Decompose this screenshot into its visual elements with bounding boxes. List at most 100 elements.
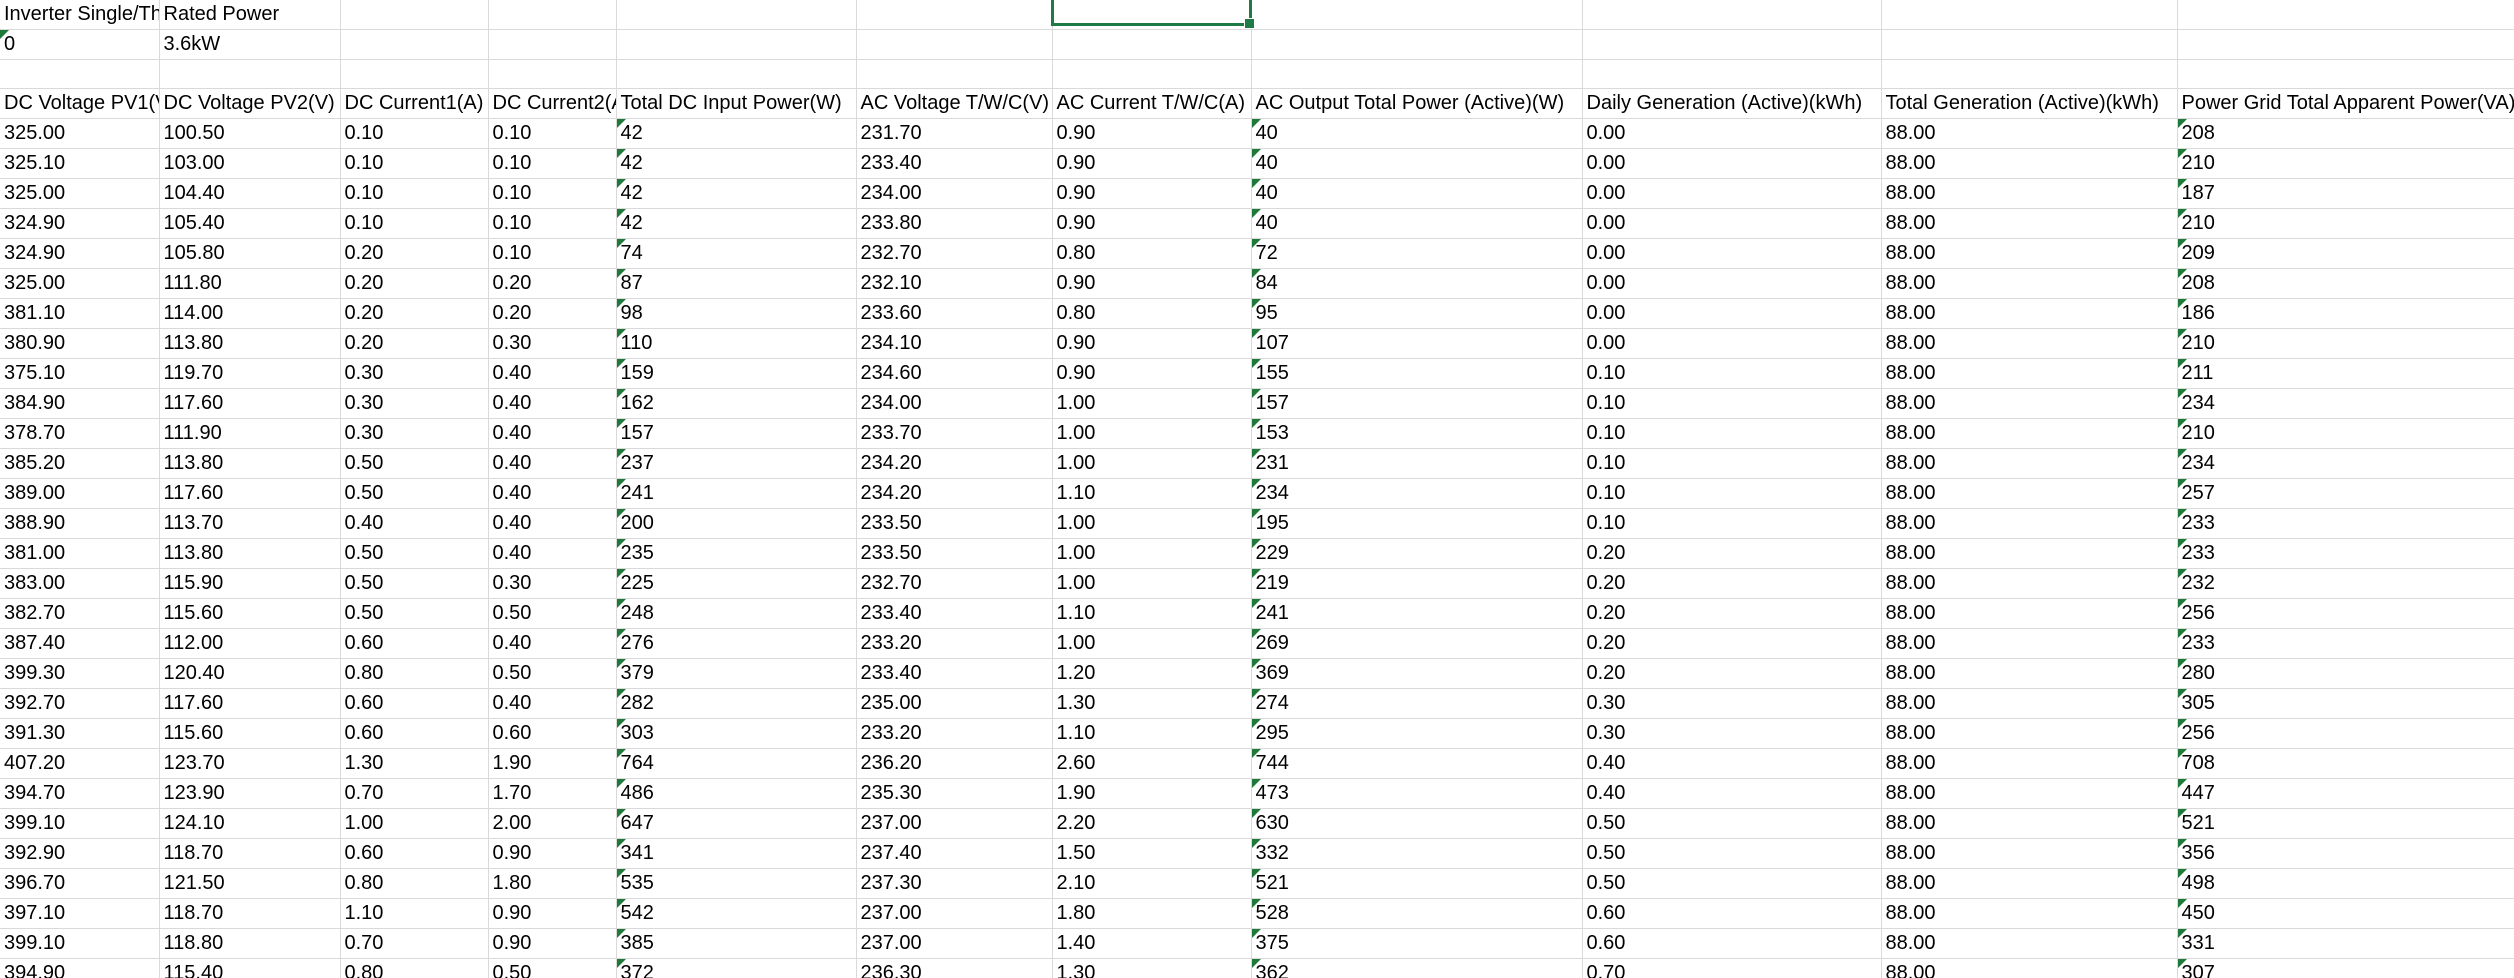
cell[interactable]: 0.20	[340, 268, 489, 299]
cell[interactable]: 88.00	[1881, 448, 2178, 479]
cell[interactable]: 528	[1251, 898, 1583, 929]
cell[interactable]: 473	[1251, 778, 1583, 809]
cell[interactable]: 388.90	[0, 508, 160, 539]
cell[interactable]: 332	[1251, 838, 1583, 869]
cell[interactable]: 0.10	[1582, 508, 1882, 539]
cell[interactable]: 384.90	[0, 388, 160, 419]
cell[interactable]	[856, 59, 1053, 89]
cell[interactable]	[1881, 0, 2178, 30]
cell[interactable]: 0.60	[1582, 928, 1882, 959]
column-header-cell[interactable]: DC Current2(A)	[488, 88, 617, 119]
cell[interactable]: 0.50	[340, 538, 489, 569]
cell[interactable]: 113.80	[159, 538, 341, 569]
cell[interactable]: 399.10	[0, 808, 160, 839]
cell[interactable]: 195	[1251, 508, 1583, 539]
cell[interactable]: 0.40	[488, 448, 617, 479]
column-header-cell[interactable]: DC Voltage PV1(V)	[0, 88, 160, 119]
cell[interactable]: 157	[616, 418, 857, 449]
cell[interactable]: 392.70	[0, 688, 160, 719]
cell[interactable]: 630	[1251, 808, 1583, 839]
cell[interactable]: 123.70	[159, 748, 341, 779]
cell[interactable]: 234.60	[856, 358, 1053, 389]
cell[interactable]: 231	[1251, 448, 1583, 479]
cell[interactable]: 0.40	[488, 358, 617, 389]
cell[interactable]: 88.00	[1881, 658, 2178, 689]
cell[interactable]: 88.00	[1881, 148, 2178, 179]
cell[interactable]: 0.40	[488, 418, 617, 449]
cell[interactable]: 88.00	[1881, 508, 2178, 539]
cell[interactable]: 162	[616, 388, 857, 419]
cell[interactable]: 1.50	[1052, 838, 1252, 869]
cell[interactable]: 88.00	[1881, 298, 2178, 329]
cell[interactable]: 0.90	[1052, 328, 1252, 359]
cell[interactable]: 237.00	[856, 928, 1053, 959]
cell[interactable]: 88.00	[1881, 718, 2178, 749]
cell[interactable]: 88.00	[1881, 178, 2178, 209]
cell[interactable]: 375.10	[0, 358, 160, 389]
cell[interactable]: 88.00	[1881, 388, 2178, 419]
cell[interactable]: 1.70	[488, 778, 617, 809]
cell[interactable]: 187	[2177, 178, 2514, 209]
cell[interactable]: 1.10	[1052, 598, 1252, 629]
cell[interactable]: 233.20	[856, 718, 1053, 749]
cell[interactable]: 369	[1251, 658, 1583, 689]
cell[interactable]: 84	[1251, 268, 1583, 299]
cell[interactable]: 98	[616, 298, 857, 329]
cell[interactable]: 521	[1251, 868, 1583, 899]
cell[interactable]: 233.50	[856, 508, 1053, 539]
cell[interactable]: 375	[1251, 928, 1583, 959]
cell[interactable]	[340, 29, 489, 60]
cell[interactable]: 0.10	[488, 238, 617, 269]
cell[interactable]: 157	[1251, 388, 1583, 419]
cell[interactable]: 0.10	[1582, 478, 1882, 509]
cell[interactable]: 110	[616, 328, 857, 359]
cell[interactable]: 0.40	[488, 628, 617, 659]
cell[interactable]: 0.60	[488, 718, 617, 749]
cell[interactable]: 233.60	[856, 298, 1053, 329]
column-header-cell[interactable]: AC Current T/W/C(A)	[1052, 88, 1252, 119]
cell[interactable]: 88.00	[1881, 928, 2178, 959]
cell[interactable]: 72	[1251, 238, 1583, 269]
cell[interactable]: 1.30	[1052, 958, 1252, 978]
cell[interactable]: 234	[2177, 388, 2514, 419]
cell[interactable]: 0.20	[1582, 628, 1882, 659]
cell[interactable]: 0.30	[340, 388, 489, 419]
cell[interactable]: 0.00	[1582, 328, 1882, 359]
cell[interactable]: 40	[1251, 178, 1583, 209]
cell[interactable]: 382.70	[0, 598, 160, 629]
cell[interactable]: 42	[616, 118, 857, 149]
cell[interactable]: 229	[1251, 538, 1583, 569]
cell[interactable]: 380.90	[0, 328, 160, 359]
cell[interactable]: 159	[616, 358, 857, 389]
column-header-cell[interactable]: AC Output Total Power (Active)(W)	[1251, 88, 1583, 119]
cell[interactable]: 280	[2177, 658, 2514, 689]
cell[interactable]: 385	[616, 928, 857, 959]
cell[interactable]: 233.40	[856, 148, 1053, 179]
cell[interactable]: 234.00	[856, 388, 1053, 419]
cell[interactable]: 0.90	[1052, 358, 1252, 389]
cell[interactable]: 1.10	[340, 898, 489, 929]
cell[interactable]: 88.00	[1881, 688, 2178, 719]
cell[interactable]: 325.00	[0, 178, 160, 209]
cell[interactable]: 1.30	[1052, 688, 1252, 719]
column-header-cell[interactable]: Daily Generation (Active)(kWh)	[1582, 88, 1882, 119]
cell[interactable]: 123.90	[159, 778, 341, 809]
cell[interactable]: 0.60	[340, 718, 489, 749]
cell[interactable]: 372	[616, 958, 857, 978]
cell[interactable]: 119.70	[159, 358, 341, 389]
cell[interactable]: 256	[2177, 718, 2514, 749]
cell[interactable]	[1251, 59, 1583, 89]
cell[interactable]: 42	[616, 148, 857, 179]
column-header-cell[interactable]: DC Current1(A)	[340, 88, 489, 119]
cell[interactable]: 0.40	[488, 388, 617, 419]
cell[interactable]: 115.40	[159, 958, 341, 978]
cell[interactable]: 362	[1251, 958, 1583, 978]
cell[interactable]: 117.60	[159, 388, 341, 419]
cell[interactable]: 1.00	[340, 808, 489, 839]
column-header-cell[interactable]: AC Voltage T/W/C(V)	[856, 88, 1053, 119]
cell[interactable]: 210	[2177, 418, 2514, 449]
cell[interactable]: 233	[2177, 538, 2514, 569]
cell[interactable]: 120.40	[159, 658, 341, 689]
cell[interactable]: 0.70	[340, 928, 489, 959]
cell[interactable]: 1.90	[488, 748, 617, 779]
